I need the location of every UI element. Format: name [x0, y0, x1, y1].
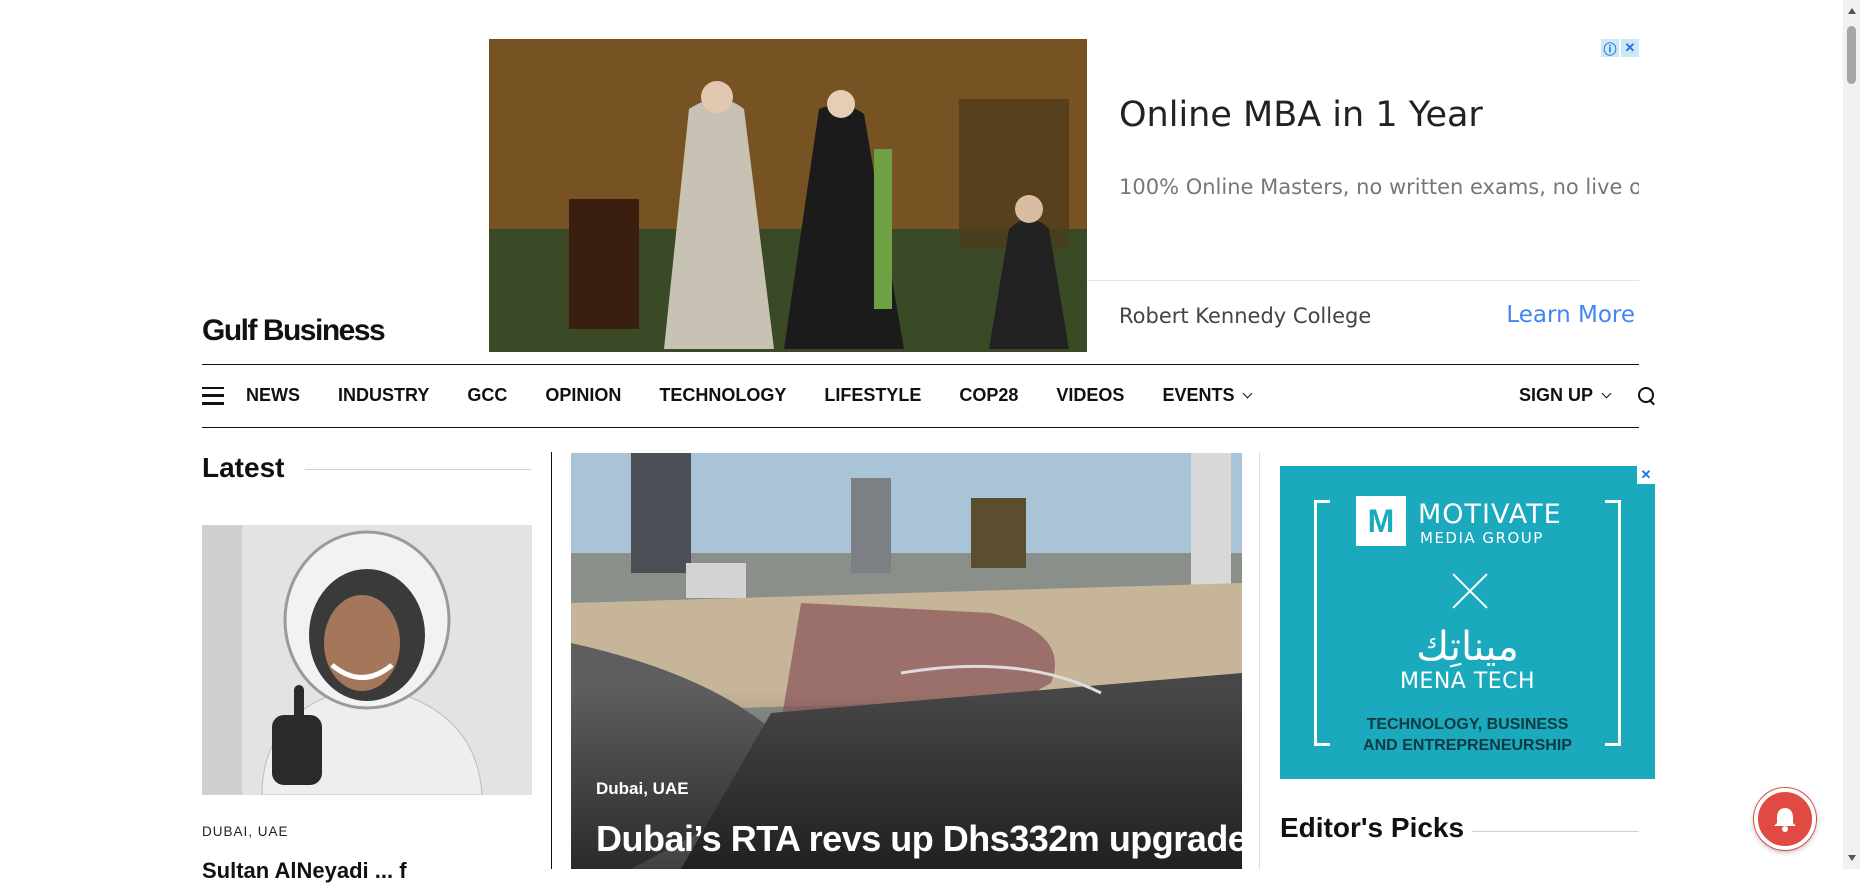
close-icon[interactable]: ✕	[1621, 39, 1639, 57]
column-divider	[1259, 452, 1260, 869]
ad-bracket-right	[1605, 500, 1621, 746]
chevron-down-icon	[1601, 388, 1612, 399]
ad-graduation-image[interactable]	[489, 39, 1087, 352]
side-ad-tagline-2: AND ENTREPRENEURSHIP	[1363, 737, 1572, 754]
sign-up-dropdown[interactable]: SIGN UP	[1518, 385, 1612, 406]
scroll-thumb[interactable]	[1847, 26, 1856, 84]
side-ad-tagline-1: TECHNOLOGY, BUSINESS	[1366, 716, 1569, 733]
scroll-up-arrow[interactable]	[1848, 8, 1856, 14]
site-logo[interactable]: Gulf Business	[202, 314, 386, 348]
nav-item-cop28[interactable]: COP28	[959, 385, 1018, 406]
nav-bottom-border	[202, 427, 1639, 428]
sidebar-ad-mena-tech[interactable]: ✕ M MOTIVATE MEDIA GROUP ميناتِك MENA TE…	[1280, 466, 1655, 779]
top-banner-ad[interactable]: ⓘ ✕ Online MBA in 1 Year 100% Online Mas…	[489, 39, 1639, 352]
search-icon[interactable]	[1638, 386, 1656, 405]
latest-title-rule	[305, 469, 531, 470]
cross-icon	[1450, 571, 1490, 611]
menatech-arabic-logo: ميناتِك	[1416, 624, 1519, 670]
nav-item-technology[interactable]: TECHNOLOGY	[659, 385, 786, 406]
nav-item-lifestyle[interactable]: LIFESTYLE	[824, 385, 921, 406]
editors-picks-rule	[1472, 831, 1639, 832]
nav-item-gcc[interactable]: GCC	[467, 385, 507, 406]
motivate-brand-line2: MEDIA GROUP	[1420, 529, 1544, 547]
motivate-logo-mark: M	[1356, 496, 1406, 546]
sign-up-label: SIGN UP	[1518, 385, 1593, 405]
notification-bell-button[interactable]	[1754, 788, 1816, 850]
nav-item-industry[interactable]: INDUSTRY	[338, 385, 429, 406]
featured-article-tag[interactable]: Dubai, UAE	[596, 779, 689, 799]
motivate-brand-line1: MOTIVATE	[1418, 499, 1562, 530]
ad-learn-more-button[interactable]: Learn More	[1506, 302, 1635, 328]
latest-section-title: Latest	[202, 452, 285, 483]
page-scrollbar[interactable]	[1843, 0, 1860, 869]
bell-icon	[1774, 808, 1796, 832]
ad-info-icon[interactable]: ⓘ	[1601, 39, 1619, 57]
featured-article[interactable]: Dubai, UAE Dubai’s RTA revs up Dhs332m u…	[571, 453, 1242, 869]
nav-item-events[interactable]: EVENTS	[1162, 385, 1253, 406]
ad-description: 100% Online Masters, no written exams, n…	[1119, 175, 1639, 199]
ad-advertiser[interactable]: Robert Kennedy College	[1119, 304, 1371, 328]
ad-separator	[1087, 280, 1639, 281]
editors-picks-title: Editor's Picks	[1280, 812, 1465, 843]
nav-item-events-label: EVENTS	[1162, 385, 1235, 405]
nav-item-opinion[interactable]: OPINION	[545, 385, 621, 406]
close-icon[interactable]: ✕	[1637, 466, 1655, 484]
scroll-down-arrow[interactable]	[1848, 855, 1856, 861]
latest-article-image[interactable]	[202, 525, 532, 795]
side-ad-tagline: TECHNOLOGY, BUSINESS AND ENTREPRENEURSHI…	[1280, 714, 1655, 756]
menu-icon[interactable]	[202, 386, 224, 405]
latest-article-tag[interactable]: DUBAI, UAE	[202, 824, 289, 839]
nav-item-news[interactable]: NEWS	[246, 385, 300, 406]
main-nav: NEWS INDUSTRY GCC OPINION TECHNOLOGY LIF…	[202, 364, 1656, 427]
latest-article-headline[interactable]: Sultan AlNeyadi ... f	[202, 858, 407, 884]
ad-headline[interactable]: Online MBA in 1 Year	[1119, 95, 1483, 135]
chevron-down-icon	[1243, 388, 1253, 399]
column-divider	[551, 452, 552, 869]
featured-article-headline[interactable]: Dubai’s RTA revs up Dhs332m upgrade	[596, 818, 1242, 860]
nav-item-videos[interactable]: VIDEOS	[1056, 385, 1124, 406]
ad-bracket-left	[1314, 500, 1330, 746]
menatech-logo: MENA TECH	[1399, 669, 1536, 694]
